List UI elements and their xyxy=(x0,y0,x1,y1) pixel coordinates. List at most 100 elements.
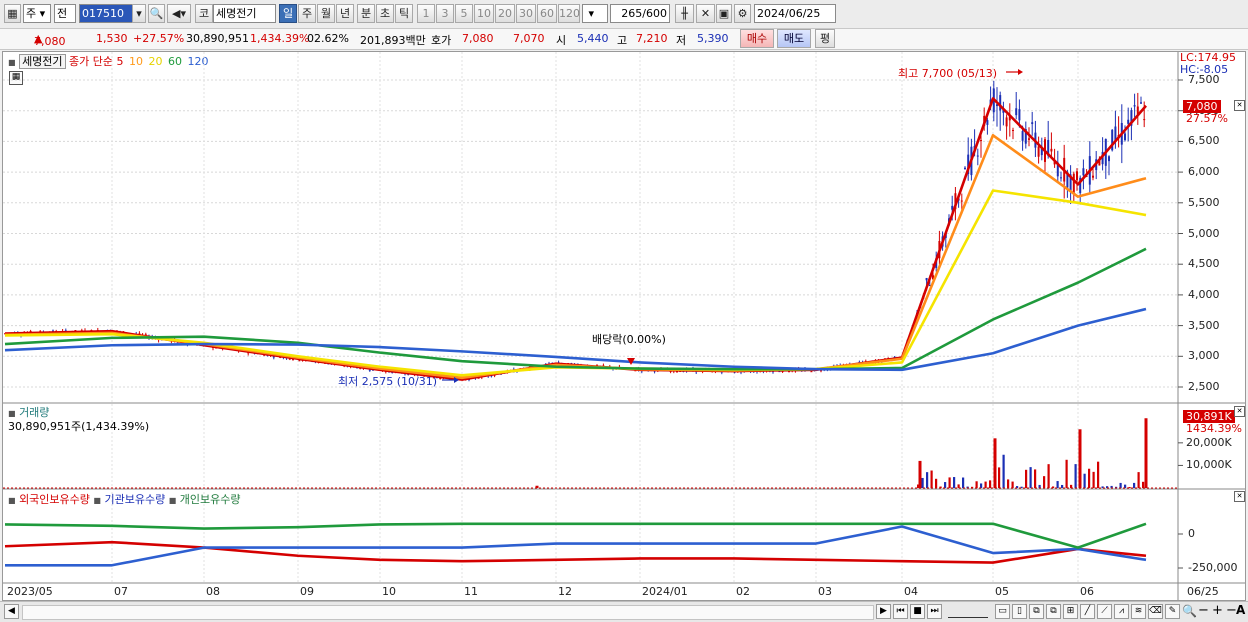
price-tick-label: 4,000 xyxy=(1188,287,1220,301)
scrollbar-track[interactable] xyxy=(22,605,874,620)
x-tick-label: 09 xyxy=(300,585,314,598)
foreign-holding-label[interactable]: 외국인보유수량 xyxy=(19,493,90,506)
indiv-holding-label[interactable]: 개인보유수량 xyxy=(180,493,241,506)
volume-bar xyxy=(989,480,992,488)
volume-bar xyxy=(953,477,956,488)
x-tick-label: 06/25 xyxy=(1187,585,1219,598)
zoom-slider[interactable] xyxy=(948,606,988,618)
volume-bar xyxy=(1007,479,1010,488)
volume-pct-label: 1434.39% xyxy=(1186,422,1242,435)
volume-bar xyxy=(975,481,978,488)
candle-body xyxy=(1021,131,1024,141)
volume-bar xyxy=(1144,418,1148,488)
max-price-label: 최고 7,700 (05/13) xyxy=(898,67,998,80)
volume-close-icon[interactable]: ✕ xyxy=(1234,406,1245,417)
first-page-icon[interactable]: ⏮ xyxy=(893,604,908,619)
volume-bar xyxy=(1056,481,1059,488)
price-tick-label: 5,500 xyxy=(1188,195,1220,209)
volume-bar xyxy=(1092,471,1095,488)
candle-body xyxy=(298,360,301,362)
draw-trend-icon[interactable]: ⟋ xyxy=(1097,604,1112,619)
candle-body xyxy=(1037,146,1040,157)
draw-fib-icon[interactable]: ≋ xyxy=(1131,604,1146,619)
view-2-icon[interactable]: ▯ xyxy=(1012,604,1027,619)
candle-body xyxy=(960,200,963,202)
candle-body xyxy=(1076,171,1078,181)
volume-bar xyxy=(1124,484,1127,488)
zoom-in-icon[interactable]: + xyxy=(1212,603,1223,618)
volume-bar xyxy=(1025,469,1028,488)
x-tick-label: 10 xyxy=(382,585,396,598)
font-size-icon[interactable]: A xyxy=(1236,603,1245,617)
volume-bar xyxy=(980,483,983,488)
volume-bar xyxy=(1079,480,1082,488)
last-page-icon[interactable]: ⏭ xyxy=(927,604,942,619)
volume-bar xyxy=(1119,482,1122,488)
candle-body xyxy=(976,155,979,157)
volume-bar xyxy=(1097,461,1100,488)
price-tick-label: 3,500 xyxy=(1188,318,1220,332)
x-tick-label: 04 xyxy=(904,585,918,598)
volume-bar xyxy=(1034,469,1037,488)
x-tick-label: 11 xyxy=(464,585,478,598)
scroll-right-icon[interactable]: ▶ xyxy=(876,604,891,619)
x-tick-label: 2023/05 xyxy=(7,585,53,598)
draw-line-icon[interactable]: ╱ xyxy=(1080,604,1095,619)
volume-bar xyxy=(1088,468,1091,488)
draw-erase-icon[interactable]: ⌫ xyxy=(1148,604,1163,619)
candle-body xyxy=(1018,109,1021,121)
ma-line-60 xyxy=(4,247,1147,371)
price-tick-label: 3,000 xyxy=(1188,349,1220,363)
ma-line-20 xyxy=(4,189,1147,377)
legend-marker-icon: ■ xyxy=(8,409,16,418)
candle-body xyxy=(1127,119,1130,124)
volume-bar xyxy=(1083,473,1086,488)
volume-bar xyxy=(935,478,938,488)
price-tick-label: 6,000 xyxy=(1188,165,1220,179)
volume-bar xyxy=(1133,482,1136,488)
draw-channel-icon[interactable]: ⩘ xyxy=(1114,604,1129,619)
current-pct-label: 27.57% xyxy=(1186,112,1228,125)
price-tick-label: 6,500 xyxy=(1188,134,1220,148)
volume-bar xyxy=(1061,484,1064,488)
zoom-icon[interactable]: 🔍 xyxy=(1182,604,1197,618)
x-tick-label: 2024/01 xyxy=(642,585,688,598)
candle-body xyxy=(980,140,982,142)
candle-body xyxy=(1143,119,1146,121)
candle-body xyxy=(1124,133,1126,141)
stop-icon[interactable]: ■ xyxy=(910,604,925,619)
view-1-icon[interactable]: ▭ xyxy=(995,604,1010,619)
close-icon[interactable]: ✕ xyxy=(1234,100,1245,111)
dividend-label: 배당락(0.00%) xyxy=(592,333,666,346)
candle-body xyxy=(1031,122,1034,125)
inst-holding-label[interactable]: 기관보유수량 xyxy=(104,493,165,506)
candle-body xyxy=(810,371,813,373)
volume-bar xyxy=(998,467,1001,488)
volume-bar xyxy=(926,472,929,488)
candle-body xyxy=(925,277,928,281)
view-4-icon[interactable]: ⧉ xyxy=(1046,604,1061,619)
volume-bar xyxy=(930,470,933,488)
bottom-bar: ◀ ▶ ⏮ ■ ⏭ ▭ ▯ ⧉ ⧉ ⊞ ╱ ⟋ ⩘ ≋ ⌫ ✎ 🔍 − + − … xyxy=(0,601,1248,622)
candle-body xyxy=(1005,117,1008,127)
view-5-icon[interactable]: ⊞ xyxy=(1063,604,1078,619)
candle-body xyxy=(1082,168,1085,176)
volume-bar xyxy=(1029,467,1032,488)
x-tick-label: 03 xyxy=(818,585,832,598)
zoom-out-icon[interactable]: − xyxy=(1198,603,1209,618)
max-arrowhead-icon xyxy=(1018,69,1023,75)
view-3-icon[interactable]: ⧉ xyxy=(1029,604,1044,619)
volume-bar xyxy=(1142,481,1145,488)
price-tick-label: 4,500 xyxy=(1188,257,1220,271)
legend-marker-icon: ■ xyxy=(8,496,16,505)
x-tick-label: 02 xyxy=(736,585,750,598)
volume-bar xyxy=(1137,472,1140,488)
scroll-left-icon[interactable]: ◀ xyxy=(4,604,19,619)
legend-marker-icon: ■ xyxy=(168,496,177,505)
draw-text-icon[interactable]: ✎ xyxy=(1165,604,1180,619)
holding-close-icon[interactable]: ✕ xyxy=(1234,491,1245,502)
x-tick-label: 05 xyxy=(995,585,1009,598)
volume-tick-label: 10,000K xyxy=(1186,458,1232,472)
candle-body xyxy=(1133,105,1136,107)
candle-body xyxy=(1028,138,1030,140)
